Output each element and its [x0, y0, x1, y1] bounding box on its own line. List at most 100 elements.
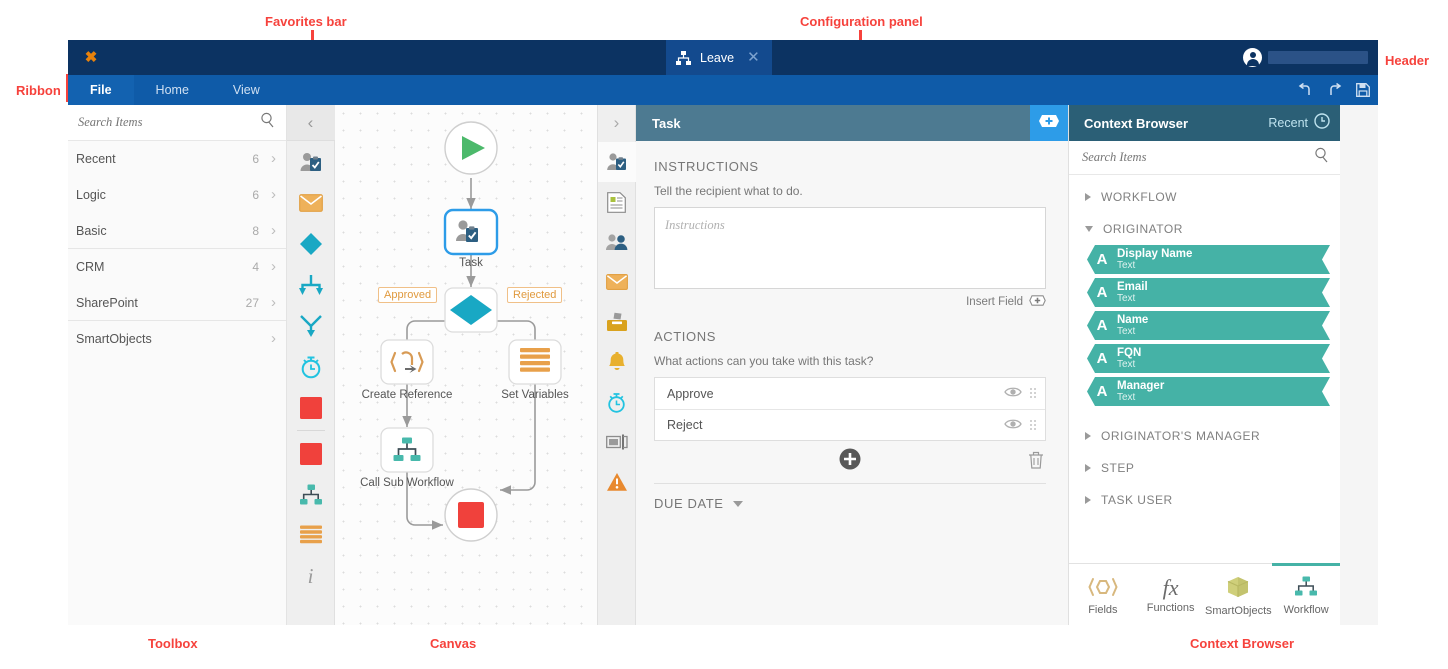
chevron-right-icon	[1085, 496, 1091, 504]
chevron-down-icon[interactable]	[733, 501, 743, 507]
tab-workflow[interactable]: Workflow	[1272, 563, 1340, 625]
search-icon[interactable]	[1314, 147, 1330, 168]
rail-ballot-box-icon[interactable]	[598, 302, 636, 342]
avatar	[1243, 48, 1262, 67]
drag-handle-icon[interactable]	[1030, 420, 1037, 431]
rail-notification-bell-icon[interactable]	[598, 342, 636, 382]
visibility-eye-icon[interactable]	[1004, 386, 1022, 401]
rail-task-icon[interactable]	[598, 142, 636, 182]
delete-action-button[interactable]	[1028, 451, 1044, 474]
context-field-fqn[interactable]: A FQN Text	[1087, 344, 1330, 373]
context-search-input[interactable]	[1082, 150, 1314, 165]
close-icon[interactable]: ✕	[743, 50, 760, 65]
context-browser-header: Context Browser Recent	[1069, 105, 1340, 141]
rail-form-icon[interactable]	[598, 182, 636, 222]
split-icon[interactable]	[287, 264, 335, 305]
context-field-manager[interactable]: A Manager Text	[1087, 377, 1330, 406]
configuration-panel-content: INSTRUCTIONS Tell the recipient what to …	[636, 141, 1068, 625]
add-action-button[interactable]	[839, 448, 861, 475]
chevron-right-icon: ›	[271, 295, 276, 310]
tab-functions[interactable]: fx Functions	[1137, 564, 1205, 625]
field-name: FQN	[1117, 347, 1141, 360]
toolbox-item-logic[interactable]: Logic 6 ›	[68, 177, 286, 213]
rail-recipients-icon[interactable]	[598, 222, 636, 262]
tab-smartobjects[interactable]: SmartObjects	[1205, 564, 1273, 625]
ribbon-tab-view[interactable]: View	[211, 75, 282, 105]
insert-field-label: Insert Field	[966, 296, 1023, 308]
field-type: Text	[1117, 359, 1141, 370]
decision-icon[interactable]	[287, 223, 335, 264]
toolbox-item-smartobjects[interactable]: SmartObjects ›	[68, 321, 286, 357]
chevron-right-icon: ›	[271, 151, 276, 166]
field-name: Email	[1117, 281, 1148, 294]
toolbox-item-crm[interactable]: CRM 4 ›	[68, 249, 286, 285]
context-group-workflow[interactable]: WORKFLOW	[1081, 181, 1330, 213]
join-icon[interactable]	[287, 305, 335, 346]
toolbox-item-count: 27	[246, 296, 259, 310]
toolbox-item-sharepoint[interactable]: SharePoint 27 ›	[68, 285, 286, 321]
canvas-node-label-set-variables: Set Variables	[487, 389, 583, 401]
toolbox-item-label: SharePoint	[76, 296, 246, 310]
info-icon[interactable]: i	[287, 556, 335, 597]
context-group-step[interactable]: STEP	[1081, 452, 1330, 484]
fields-icon	[1088, 577, 1118, 600]
canvas-node-label-task: Task	[445, 257, 497, 269]
rail-timer-icon[interactable]	[598, 382, 636, 422]
field-type: Text	[1117, 293, 1148, 304]
drag-handle-icon[interactable]	[1030, 388, 1037, 399]
redo-icon[interactable]	[1327, 83, 1342, 97]
context-group-originators-manager[interactable]: ORIGINATOR'S MANAGER	[1081, 420, 1330, 452]
context-group-originator[interactable]: ORIGINATOR	[1081, 213, 1330, 245]
due-date-section[interactable]: DUE DATE	[654, 496, 1046, 511]
section-divider	[654, 483, 1046, 484]
canvas[interactable]: Task Create Reference Set Variables Call…	[335, 105, 598, 625]
tab-label: Functions	[1147, 602, 1195, 614]
sub-workflow-icon[interactable]	[287, 474, 335, 515]
action-row-approve[interactable]: Approve	[655, 378, 1045, 409]
rail-escalation-warning-icon[interactable]	[598, 462, 636, 502]
context-field-display-name[interactable]: A Display Name Text	[1087, 245, 1330, 274]
toolbox-search[interactable]	[68, 105, 286, 141]
end-icon[interactable]	[287, 433, 335, 474]
task-icon[interactable]	[287, 141, 335, 182]
toolbox-item-recent[interactable]: Recent 6 ›	[68, 141, 286, 177]
workflow-tab-leave[interactable]: Leave ✕	[666, 40, 772, 75]
expand-canvas-button[interactable]: ›	[598, 105, 636, 141]
ribbon-tab-file[interactable]: File	[68, 75, 134, 105]
collapse-toolbox-button[interactable]: ‹	[287, 105, 335, 141]
visibility-eye-icon[interactable]	[1004, 418, 1022, 433]
email-icon[interactable]	[287, 182, 335, 223]
stop-icon[interactable]	[287, 387, 335, 428]
undo-icon[interactable]	[1298, 83, 1313, 97]
save-icon[interactable]	[1356, 83, 1370, 97]
context-field-name[interactable]: A Name Text	[1087, 311, 1330, 340]
actions-subtext: What actions can you take with this task…	[654, 354, 1046, 368]
recent-label[interactable]: Recent	[1268, 116, 1308, 130]
action-row-reject[interactable]: Reject	[655, 409, 1045, 440]
toolbox-item-count: 6	[252, 152, 259, 166]
add-field-icon	[1038, 114, 1060, 133]
configuration-panel-title: Task	[636, 105, 1030, 141]
user-name-redacted	[1268, 51, 1368, 64]
ribbon-tab-home[interactable]: Home	[134, 75, 211, 105]
user-account[interactable]	[1243, 46, 1368, 69]
action-label: Reject	[667, 418, 1004, 432]
instructions-input[interactable]: Instructions	[654, 207, 1046, 289]
rail-email-icon[interactable]	[598, 262, 636, 302]
context-browser-search[interactable]	[1069, 141, 1340, 175]
toolbox-item-basic[interactable]: Basic 8 ›	[68, 213, 286, 249]
search-input[interactable]	[78, 115, 260, 130]
timer-icon[interactable]	[287, 346, 335, 387]
insert-field-button[interactable]: Insert Field	[654, 295, 1046, 309]
rail-form-panel-icon[interactable]	[598, 422, 636, 462]
chevron-right-icon: ›	[271, 187, 276, 202]
tab-fields[interactable]: Fields	[1069, 564, 1137, 625]
add-field-button[interactable]	[1030, 105, 1068, 141]
context-group-task-user[interactable]: TASK USER	[1081, 484, 1330, 516]
context-field-email[interactable]: A Email Text	[1087, 278, 1330, 307]
clock-icon[interactable]	[1314, 113, 1330, 134]
set-variables-icon[interactable]	[287, 515, 335, 556]
search-icon[interactable]	[260, 112, 276, 133]
ribbon-tools	[1298, 75, 1370, 105]
field-type-badge: A	[1087, 383, 1117, 400]
